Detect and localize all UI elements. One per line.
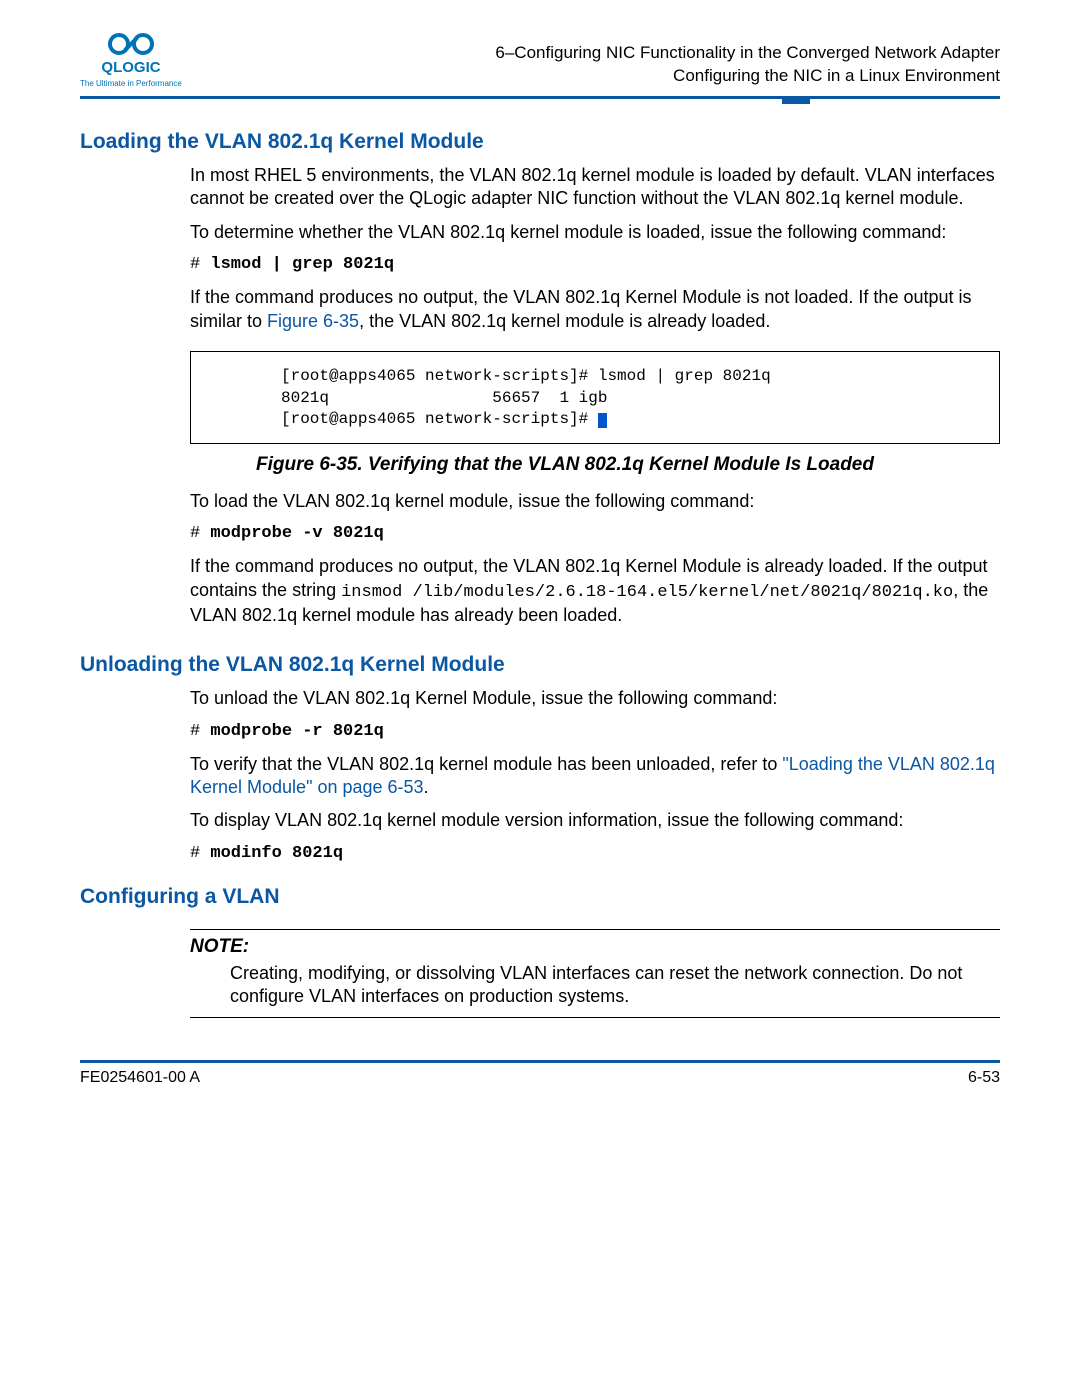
heading-configuring-vlan: Configuring a VLAN [80, 885, 1000, 909]
command-line: # lsmod | grep 8021q [190, 254, 1000, 276]
terminal-output: [root@apps4065 network-scripts]# lsmod |… [281, 366, 985, 431]
terminal-cursor [598, 413, 607, 428]
footer-rule [80, 1060, 1000, 1063]
heading-loading-vlan: Loading the VLAN 802.1q Kernel Module [80, 130, 1000, 154]
header-text: 6–Configuring NIC Functionality in the C… [495, 42, 1000, 88]
page-header: QLOGIC The Ultimate in Performance 6–Con… [80, 30, 1000, 88]
figure-link[interactable]: Figure 6-35 [267, 311, 359, 331]
para: In most RHEL 5 environments, the VLAN 80… [190, 164, 1000, 211]
qlogic-logo-icon: QLOGIC [91, 30, 171, 78]
para: If the command produces no output, the V… [190, 286, 1000, 333]
header-line1: 6–Configuring NIC Functionality in the C… [495, 42, 1000, 65]
heading-unloading-vlan: Unloading the VLAN 802.1q Kernel Module [80, 653, 1000, 677]
svg-text:QLOGIC: QLOGIC [101, 59, 160, 76]
figure-6-35-box: [root@apps4065 network-scripts]# lsmod |… [190, 351, 1000, 444]
para: To verify that the VLAN 802.1q kernel mo… [190, 753, 1000, 800]
figure-caption: Figure 6-35. Verifying that the VLAN 802… [130, 454, 1000, 476]
para: To display VLAN 802.1q kernel module ver… [190, 809, 1000, 832]
para: To unload the VLAN 802.1q Kernel Module,… [190, 687, 1000, 710]
command-line: # modprobe -r 8021q [190, 721, 1000, 743]
header-line2: Configuring the NIC in a Linux Environme… [495, 65, 1000, 88]
para: To load the VLAN 802.1q kernel module, i… [190, 490, 1000, 513]
command-line: # modinfo 8021q [190, 843, 1000, 865]
doc-id: FE0254601-00 A [80, 1069, 200, 1087]
para: To determine whether the VLAN 802.1q ker… [190, 221, 1000, 244]
note-label: NOTE: [190, 936, 1000, 958]
logo-tagline: The Ultimate in Performance [80, 79, 182, 88]
note-text: Creating, modifying, or dissolving VLAN … [230, 962, 1000, 1009]
header-rule [80, 96, 1000, 104]
page-footer: FE0254601-00 A 6-53 [80, 1069, 1000, 1087]
note-block: NOTE: Creating, modifying, or dissolving… [190, 929, 1000, 1018]
page-number: 6-53 [968, 1069, 1000, 1087]
command-line: # modprobe -v 8021q [190, 523, 1000, 545]
para: If the command produces no output, the V… [190, 555, 1000, 627]
qlogic-logo: QLOGIC The Ultimate in Performance [80, 30, 182, 88]
